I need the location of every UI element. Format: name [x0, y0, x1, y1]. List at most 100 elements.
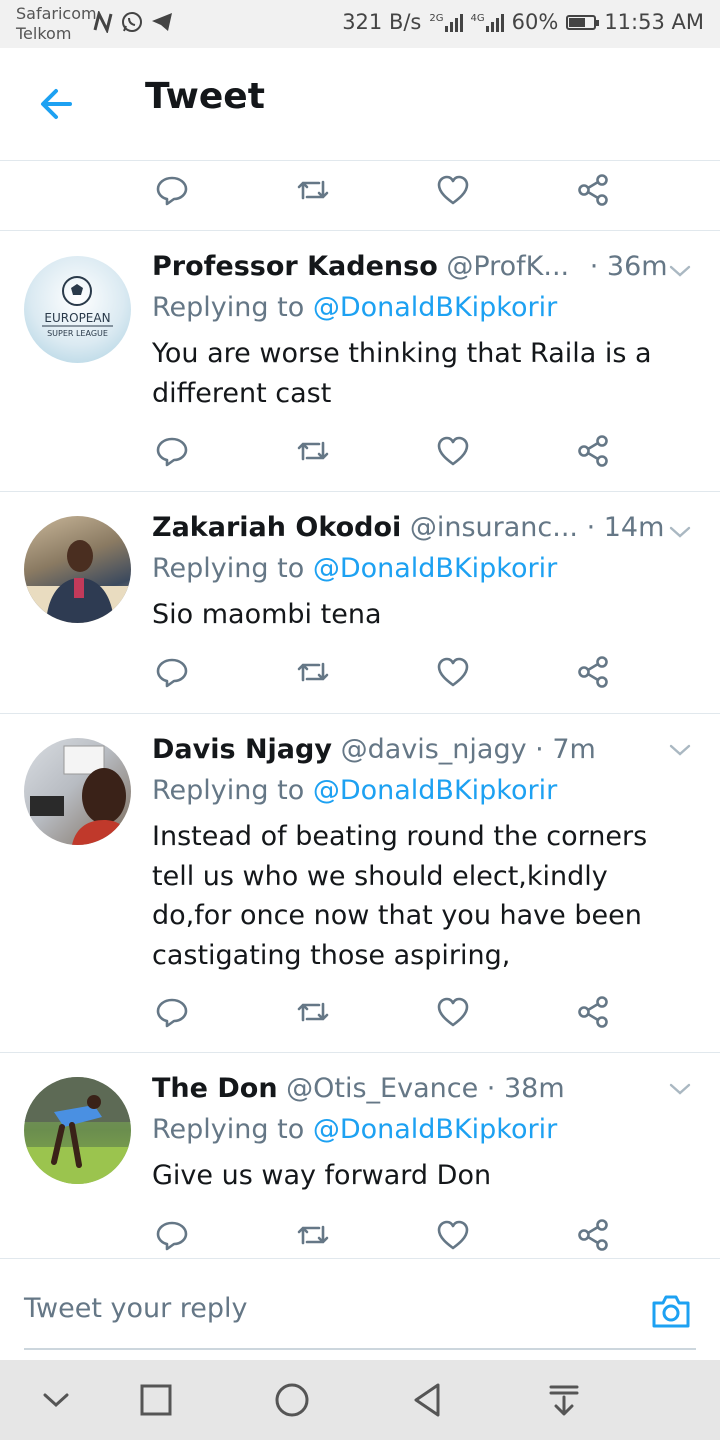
network-type-1: 2G	[429, 13, 444, 24]
replying-to: Replying to @DonaldBKipkorir	[152, 775, 557, 806]
avatar[interactable]: EUROPEAN SUPER LEAGUE	[24, 256, 131, 363]
tweet-item[interactable]: Davis Njagy @davis_njagy · 7m Replying t…	[0, 714, 720, 1052]
retweet-button[interactable]	[295, 994, 331, 1030]
author-handle[interactable]: @insuranc...	[410, 512, 578, 543]
notification-pull-icon[interactable]	[544, 1380, 584, 1420]
tweet-actions	[0, 1205, 720, 1265]
like-button[interactable]	[435, 654, 471, 690]
system-nav-bar	[0, 1360, 720, 1440]
author-name[interactable]: The Don	[152, 1073, 278, 1104]
network-type-2: 4G	[470, 13, 485, 24]
carrier-2: Telkom	[16, 24, 72, 43]
signal-2: 4G	[471, 12, 504, 32]
notification-icons	[92, 10, 174, 34]
replying-label: Replying to	[152, 1114, 313, 1145]
like-button[interactable]	[435, 994, 471, 1030]
like-icon	[437, 1220, 469, 1250]
home-circle-icon[interactable]	[272, 1380, 312, 1420]
reply-button[interactable]	[154, 172, 190, 208]
share-icon	[578, 656, 608, 688]
reply-icon	[156, 658, 188, 688]
reply-button[interactable]	[154, 994, 190, 1030]
tweet-meta: Davis Njagy @davis_njagy · 7m	[152, 734, 596, 765]
status-right: 321 B/s 2G 4G 60% 11:53 AM	[342, 10, 704, 34]
share-button[interactable]	[576, 172, 612, 208]
retweet-icon	[297, 180, 329, 200]
like-button[interactable]	[435, 433, 471, 469]
tweet-actions	[0, 160, 720, 220]
retweet-icon	[297, 1002, 329, 1022]
retweet-button[interactable]	[295, 433, 331, 469]
author-handle[interactable]: @davis_njagy	[341, 734, 527, 765]
tweet-item[interactable]: EUROPEAN SUPER LEAGUE Professor Kadenso …	[0, 231, 720, 491]
replying-label: Replying to	[152, 775, 313, 806]
profile-photo-icon	[24, 540, 131, 623]
mention-link[interactable]: @DonaldBKipkorir	[313, 553, 557, 584]
chevron-down-icon[interactable]	[36, 1380, 76, 1420]
league-logo-icon: EUROPEAN SUPER LEAGUE	[42, 276, 113, 338]
tweet-meta: Professor Kadenso @ProfK... · 36m	[152, 251, 668, 282]
avatar-text-1: EUROPEAN	[44, 311, 110, 325]
share-button[interactable]	[576, 994, 612, 1030]
retweet-button[interactable]	[295, 1217, 331, 1253]
share-button[interactable]	[576, 1217, 612, 1253]
author-handle[interactable]: @Otis_Evance	[286, 1073, 478, 1104]
input-underline	[24, 1348, 696, 1350]
reply-button[interactable]	[154, 654, 190, 690]
author-name[interactable]: Davis Njagy	[152, 734, 332, 765]
like-icon	[437, 997, 469, 1027]
like-button[interactable]	[435, 172, 471, 208]
avatar[interactable]	[24, 516, 131, 623]
retweet-icon	[297, 441, 329, 461]
back-triangle-icon[interactable]	[408, 1380, 448, 1420]
avatar[interactable]	[24, 1077, 131, 1184]
replying-label: Replying to	[152, 292, 313, 323]
reply-icon	[156, 1221, 188, 1251]
share-button[interactable]	[576, 433, 612, 469]
like-icon	[437, 175, 469, 205]
tweet-text: Sio maombi tena	[152, 599, 382, 630]
reply-button[interactable]	[154, 433, 190, 469]
app-header: Tweet	[0, 48, 720, 161]
share-button[interactable]	[576, 654, 612, 690]
chevron-down-icon[interactable]	[668, 520, 692, 544]
reply-composer: Tweet your reply	[0, 1258, 720, 1361]
tweet-item[interactable]: The Don @Otis_Evance · 38m Replying to @…	[0, 1053, 720, 1258]
tweet-text: You are worse thinking that Raila is a d…	[152, 338, 652, 409]
chevron-down-icon[interactable]	[668, 1077, 692, 1101]
share-icon	[578, 1219, 608, 1251]
author-name[interactable]: Professor Kadenso	[152, 251, 438, 282]
mention-link[interactable]: @DonaldBKipkorir	[313, 775, 557, 806]
back-arrow-icon[interactable]	[36, 84, 76, 124]
tweet-actions	[0, 421, 720, 481]
chevron-down-icon[interactable]	[668, 259, 692, 283]
author-handle[interactable]: @ProfK...	[446, 251, 569, 282]
avatar-text-2: SUPER LEAGUE	[47, 329, 108, 338]
chevron-down-icon[interactable]	[668, 738, 692, 762]
like-button[interactable]	[435, 1217, 471, 1253]
retweet-button[interactable]	[295, 654, 331, 690]
reply-input[interactable]: Tweet your reply	[24, 1293, 248, 1324]
reply-button[interactable]	[154, 1217, 190, 1253]
signal-1: 2G	[429, 12, 463, 32]
author-name[interactable]: Zakariah Okodoi	[152, 512, 401, 543]
avatar[interactable]	[24, 738, 131, 845]
tweet-item[interactable]: Zakariah Okodoi @insuranc... · 14m Reply…	[0, 492, 720, 713]
mention-link[interactable]: @DonaldBKipkorir	[313, 1114, 557, 1145]
tweet-actions	[0, 642, 720, 702]
tweet-text: Give us way forward Don	[152, 1160, 492, 1191]
tweet-time: · 14m	[586, 512, 665, 543]
retweet-button[interactable]	[295, 172, 331, 208]
reply-icon	[156, 437, 188, 467]
mention-link[interactable]: @DonaldBKipkorir	[313, 292, 557, 323]
camera-icon[interactable]	[650, 1291, 692, 1331]
like-icon	[437, 657, 469, 687]
profile-photo-icon	[30, 745, 131, 845]
carrier-1: Safaricom	[16, 4, 97, 23]
tweet-actions	[0, 982, 720, 1042]
recents-square-icon[interactable]	[136, 1380, 176, 1420]
page-title: Tweet	[145, 76, 265, 117]
whatsapp-icon	[122, 12, 142, 32]
battery-percent: 60%	[511, 10, 559, 34]
tweet-time: · 7m	[535, 734, 596, 765]
